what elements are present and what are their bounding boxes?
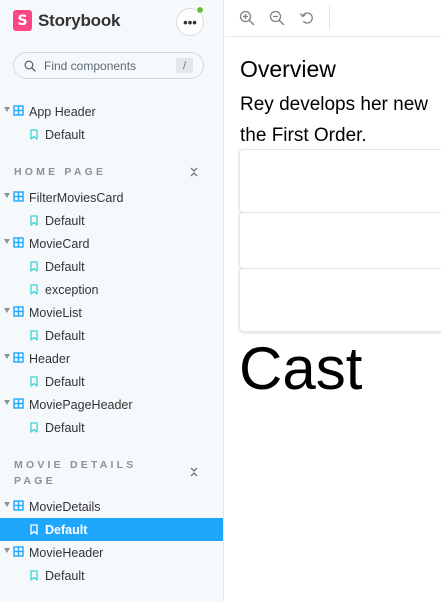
sidebar-item-label: Default — [45, 421, 85, 435]
section-home-page: HOME PAGE — [14, 166, 107, 178]
bookmark-icon — [30, 376, 38, 390]
overview-line-2: the First Order. — [240, 125, 367, 146]
brand-name: Storybook — [38, 10, 121, 30]
sidebar-item-filtermoviescard[interactable]: FilterMoviesCard — [0, 186, 223, 209]
bookmark-icon — [30, 330, 38, 344]
expand-arrow-icon — [4, 400, 10, 405]
sidebar-item-label: Header — [29, 352, 70, 366]
sidebar-item-label: MovieDetails — [29, 500, 101, 514]
sidebar-item-label: exception — [45, 283, 99, 297]
sidebar-story-moviepageheader-default[interactable]: Default — [0, 416, 223, 439]
sidebar-story-moviecard-default[interactable]: Default — [0, 255, 223, 278]
bookmark-icon — [30, 570, 38, 584]
sidebar-item-label: Default — [45, 128, 85, 142]
sidebar-item-moviecard[interactable]: MovieCard — [0, 232, 223, 255]
zoom-reset-icon[interactable] — [299, 10, 315, 26]
card — [239, 149, 441, 213]
search-icon — [24, 60, 36, 72]
preview-canvas: Overview Rey develops her new the First … — [225, 37, 441, 602]
search-placeholder: Find components — [44, 58, 137, 73]
component-icon — [13, 352, 24, 366]
more-icon: ••• — [183, 14, 197, 30]
expand-arrow-icon — [4, 548, 10, 553]
bookmark-icon — [30, 129, 38, 143]
sidebar-item-label: App Header — [29, 105, 96, 119]
sidebar-item-movielist[interactable]: MovieList — [0, 301, 223, 324]
sidebar-item-label: Default — [45, 569, 85, 583]
zoom-in-icon[interactable] — [239, 10, 255, 26]
sidebar-story-moviedetails-default[interactable]: Default — [0, 518, 223, 541]
card — [239, 268, 441, 332]
sidebar-item-label: Default — [45, 260, 85, 274]
sidebar-item-label: MovieCard — [29, 237, 90, 251]
component-icon — [13, 500, 24, 514]
bookmark-icon — [30, 215, 38, 229]
storybook-logo-icon: S — [13, 10, 32, 31]
component-icon — [13, 237, 24, 251]
component-icon — [13, 398, 24, 412]
bookmark-icon — [30, 524, 38, 538]
zoom-out-icon[interactable] — [269, 10, 285, 26]
sidebar-item-label: Default — [45, 329, 85, 343]
sidebar: S Storybook ••• Find components / App He… — [0, 0, 224, 602]
bookmark-icon — [30, 261, 38, 275]
expand-arrow-icon — [4, 107, 10, 112]
card — [239, 212, 441, 269]
overview-title: Overview — [240, 56, 336, 82]
sidebar-item-header[interactable]: Header — [0, 347, 223, 370]
sidebar-story-header-default[interactable]: Default — [0, 370, 223, 393]
collapse-icon[interactable] — [189, 165, 199, 177]
sidebar-story-filtermoviescard-default[interactable]: Default — [0, 209, 223, 232]
section-title-line2: PAGE — [14, 475, 56, 487]
component-icon — [13, 306, 24, 320]
sidebar-story-movieheader-default[interactable]: Default — [0, 564, 223, 587]
preview-toolbar — [225, 0, 441, 37]
sidebar-item-moviedetails[interactable]: MovieDetails — [0, 495, 223, 518]
sidebar-story-app-header-default[interactable]: Default — [0, 123, 223, 146]
component-icon — [13, 546, 24, 560]
expand-arrow-icon — [4, 193, 10, 198]
sidebar-item-label: Default — [45, 523, 88, 537]
overview-line-1: Rey develops her new — [240, 94, 428, 115]
expand-arrow-icon — [4, 308, 10, 313]
collapse-icon[interactable] — [189, 465, 199, 477]
cast-heading: Cast — [239, 335, 363, 402]
bookmark-icon — [30, 284, 38, 298]
sidebar-item-label: MovieList — [29, 306, 82, 320]
expand-arrow-icon — [4, 354, 10, 359]
search-input[interactable]: Find components / — [13, 52, 204, 79]
sidebar-story-movielist-default[interactable]: Default — [0, 324, 223, 347]
toolbar-divider — [329, 6, 330, 30]
sidebar-item-app-header[interactable]: App Header — [0, 100, 223, 123]
sidebar-item-label: Default — [45, 214, 85, 228]
expand-arrow-icon — [4, 502, 10, 507]
sidebar-item-moviepageheader[interactable]: MoviePageHeader — [0, 393, 223, 416]
sidebar-item-label: MovieHeader — [29, 546, 104, 560]
sidebar-item-label: FilterMoviesCard — [29, 191, 124, 205]
bookmark-icon — [30, 422, 38, 436]
sidebar-item-label: Default — [45, 375, 85, 389]
sidebar-item-movieheader[interactable]: MovieHeader — [0, 541, 223, 564]
section-title-line1: MOVIE DETAILS — [14, 459, 137, 471]
sidebar-story-moviecard-exception[interactable]: exception — [0, 278, 223, 301]
section-movie-details-page: MOVIE DETAILS PAGE — [14, 457, 184, 489]
component-icon — [13, 191, 24, 205]
brand[interactable]: S Storybook — [13, 10, 120, 31]
sidebar-item-label: MoviePageHeader — [29, 398, 133, 412]
search-shortcut: / — [176, 58, 193, 73]
component-icon — [13, 105, 24, 119]
expand-arrow-icon — [4, 239, 10, 244]
status-dot — [196, 6, 204, 14]
